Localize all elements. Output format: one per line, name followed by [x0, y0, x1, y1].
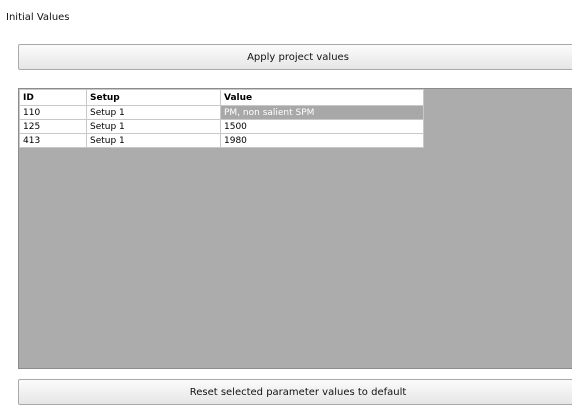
column-header-setup[interactable]: Setup: [86, 89, 221, 106]
apply-project-values-button[interactable]: Apply project values: [18, 44, 572, 70]
column-header-value[interactable]: Value: [220, 89, 424, 106]
cell-value[interactable]: 1980: [220, 133, 424, 148]
reset-to-default-button[interactable]: Reset selected parameter values to defau…: [18, 379, 572, 405]
cell-setup[interactable]: Setup 1: [86, 133, 221, 148]
cell-id[interactable]: 125: [19, 119, 87, 134]
cell-setup[interactable]: Setup 1: [86, 119, 221, 134]
cell-id[interactable]: 413: [19, 133, 87, 148]
cell-setup[interactable]: Setup 1: [86, 105, 221, 120]
table-header-row: ID Setup Value: [19, 89, 424, 106]
column-header-id[interactable]: ID: [19, 89, 87, 106]
parameter-table: ID Setup Value 110 Setup 1 PM, non salie…: [19, 89, 424, 148]
parameter-grid[interactable]: ID Setup Value 110 Setup 1 PM, non salie…: [18, 88, 572, 369]
table-row[interactable]: 110 Setup 1 PM, non salient SPM: [19, 105, 424, 120]
cell-value-selected[interactable]: PM, non salient SPM: [220, 105, 424, 120]
cell-value[interactable]: 1500: [220, 119, 424, 134]
table-row[interactable]: 125 Setup 1 1500: [19, 119, 424, 134]
section-title: Initial Values: [6, 12, 70, 23]
cell-id[interactable]: 110: [19, 105, 87, 120]
table-row[interactable]: 413 Setup 1 1980: [19, 133, 424, 148]
